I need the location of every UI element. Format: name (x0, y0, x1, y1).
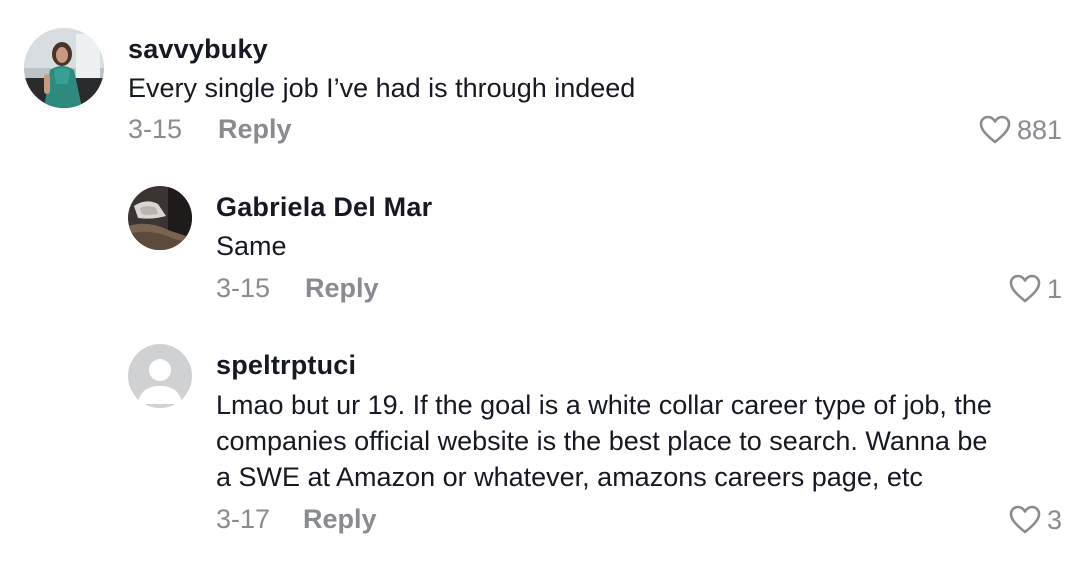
comment-text: Lmao but ur 19. If the goal is a white c… (216, 387, 992, 495)
comment-username[interactable]: speltrptuci (216, 350, 356, 381)
like-count: 881 (1016, 114, 1062, 145)
default-avatar-icon (128, 344, 192, 408)
heart-outline-icon (979, 115, 1011, 144)
heart-outline-icon (1009, 274, 1041, 303)
avatar-photo (24, 28, 104, 108)
avatar[interactable] (128, 186, 192, 250)
reply-button[interactable]: Reply (218, 114, 292, 145)
comment-text: Same (216, 228, 287, 264)
comment-date: 3-15 (216, 273, 271, 303)
like-button[interactable]: 881 (979, 114, 1062, 146)
like-button[interactable]: 3 (1009, 504, 1062, 536)
comment-username[interactable]: savvybuky (128, 34, 268, 65)
reply-button[interactable]: Reply (303, 504, 377, 535)
comment-thread: savvybuky Every single job I’ve had is t… (0, 0, 1082, 566)
like-button[interactable]: 1 (1009, 273, 1062, 305)
like-count: 3 (1046, 504, 1062, 535)
like-count: 1 (1046, 273, 1062, 304)
comment-date: 3-15 (128, 114, 183, 144)
heart-outline-icon (1009, 505, 1041, 534)
comment-text-line: Every single job I’ve had is through ind… (128, 73, 636, 103)
comment-text-line: a SWE at Amazon or whatever, amazons car… (216, 462, 923, 492)
comment-username[interactable]: Gabriela Del Mar (216, 192, 432, 223)
comment-text-line: Same (216, 231, 287, 261)
avatar-photo (128, 186, 192, 250)
reply-button[interactable]: Reply (305, 273, 379, 304)
comment-text-line: companies official website is the best p… (216, 426, 988, 456)
comment-text: Every single job I’ve had is through ind… (128, 70, 635, 106)
avatar[interactable] (24, 28, 104, 108)
comment-text-line: Lmao but ur 19. If the goal is a white c… (216, 390, 992, 420)
comment-date: 3-17 (216, 504, 271, 534)
avatar[interactable] (128, 344, 192, 408)
